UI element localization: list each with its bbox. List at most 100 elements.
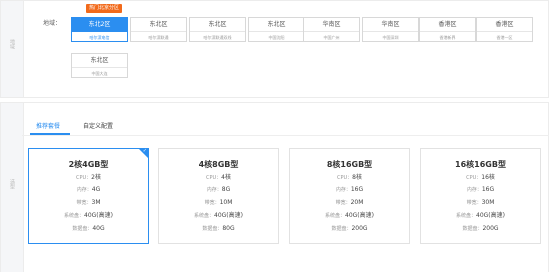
spec-key: 内存：: [76, 187, 92, 193]
region-label: 地域：: [43, 20, 62, 27]
spec-value: 10M: [219, 199, 233, 206]
spec-row: 带宽：30M: [421, 199, 540, 207]
zone-sub: 中国广州: [323, 35, 340, 40]
spec-key: 系统盘：: [325, 213, 346, 219]
spec-value: 80G: [222, 225, 235, 232]
spec-row: 系统盘：40G(高速): [29, 212, 148, 220]
zone-name: 东北区: [190, 18, 245, 32]
spec-value: 200G: [482, 225, 499, 232]
spec-row: 带宽：10M: [159, 199, 278, 207]
spec-value: 4核: [221, 174, 231, 181]
spec-value: 20M: [350, 199, 364, 206]
spec-key: 数据盘：: [462, 226, 483, 232]
plan-card[interactable]: ✓ 2核4GB型 CPU：2核 内存：4G 带宽：3M 系统盘：40G(高速) …: [28, 148, 149, 244]
zone-option[interactable]: 东北区 哈尔滨联通双线: [189, 17, 246, 42]
spec-row: CPU：2核: [29, 174, 148, 182]
zone-sub: 香港一区: [496, 35, 513, 40]
zone-name: 东北区: [249, 18, 304, 32]
spec-key: 内存：: [206, 187, 222, 193]
spec-row: 内存：8G: [159, 186, 278, 194]
zone-option[interactable]: 香港区 香港新界: [419, 17, 476, 42]
tab-recommended[interactable]: 推荐套餐: [36, 123, 60, 131]
spec-row: 数据盘：200G: [421, 225, 540, 233]
spec-value: 40G(高速): [476, 212, 505, 219]
zone-sub: 哈尔滨联通双线: [203, 35, 232, 40]
spec-row: CPU：16核: [421, 174, 540, 182]
spec-key: 带宽：: [76, 200, 92, 206]
spec-value: 4G: [91, 186, 101, 193]
plan-title: 4核8GB型: [198, 160, 239, 169]
spec-row: 带宽：3M: [29, 199, 148, 207]
spec-row: 内存：16G: [421, 186, 540, 194]
spec-key: CPU：: [206, 175, 222, 181]
spec-key: 内存：: [466, 187, 482, 193]
plan-card[interactable]: 4核8GB型 CPU：4核 内存：8G 带宽：10M 系统盘：40G(高速) 数…: [158, 148, 279, 244]
plan-title: 8核16GB型: [326, 160, 373, 169]
zone-option[interactable]: 东北区 中国大连: [71, 53, 128, 78]
zone-option[interactable]: 华南区 中国广州: [303, 17, 360, 42]
spec-key: 系统盘：: [456, 213, 477, 219]
spec-value: 16G: [481, 186, 495, 193]
spec-value: 40G(高速): [345, 212, 374, 219]
zone-option[interactable]: 香港区 香港一区: [476, 17, 533, 42]
zone-sub: 中国沈阳: [268, 35, 285, 40]
zone-sub: 香港新界: [439, 35, 456, 40]
zone-name: 香港区: [477, 18, 532, 32]
zone-option[interactable]: 东北2区 哈尔滨电信: [71, 17, 128, 42]
spec-key: CPU：: [337, 175, 353, 181]
tab-custom[interactable]: 自定义配置: [83, 123, 113, 131]
zone-name: 香港区: [420, 18, 475, 32]
spec-value: 3M: [91, 199, 101, 206]
spec-key: CPU：: [76, 175, 92, 181]
zone-name: 东北区: [131, 18, 186, 32]
spec-key: 内存：: [335, 187, 351, 193]
spec-key: 带宽：: [204, 200, 220, 206]
plan-title: 16核16GB型: [455, 160, 506, 169]
spec-value: 40G: [92, 225, 105, 232]
spec-row: 内存：16G: [290, 186, 409, 194]
zone-option[interactable]: 东北区 哈尔滨联通: [130, 17, 187, 42]
spec-row: 数据盘：200G: [290, 225, 409, 233]
region-side-label: 地域: [1, 1, 24, 97]
spec-key: 带宽：: [335, 200, 351, 206]
spec-row: 系统盘：40G(高速): [421, 212, 540, 220]
zone-option[interactable]: 东北区 中国沈阳: [248, 17, 305, 42]
promo-badge: 热门北京分区: [86, 4, 123, 13]
zone-name: 东北2区: [72, 18, 127, 32]
tab-divider: [22, 135, 549, 136]
spec-row: 系统盘：40G(高速): [159, 212, 278, 220]
check-icon: ✓: [142, 148, 147, 154]
spec-value: 40G(高速): [84, 212, 113, 219]
spec-row: 内存：4G: [29, 186, 148, 194]
spec-value: 16G: [350, 186, 364, 193]
zone-sub: 哈尔滨联通: [148, 35, 169, 40]
spec-row: CPU：4核: [159, 174, 278, 182]
plan-card[interactable]: 16核16GB型 CPU：16核 内存：16G 带宽：30M 系统盘：40G(高…: [420, 148, 541, 244]
spec-row: 带宽：20M: [290, 199, 409, 207]
spec-row: CPU：8核: [290, 174, 409, 182]
zone-sub: 中国深圳: [382, 35, 399, 40]
spec-value: 8G: [221, 186, 231, 193]
plan-side-text: 选型: [9, 179, 15, 189]
spec-value: 2核: [91, 174, 101, 181]
spec-key: 数据盘：: [331, 226, 352, 232]
spec-row: 系统盘：40G(高速): [290, 212, 409, 220]
region-panel: 地域: [0, 0, 549, 98]
spec-value: 40G(高速): [214, 212, 243, 219]
spec-key: 数据盘：: [72, 226, 93, 232]
region-side-text: 地域: [9, 39, 15, 49]
spec-row: 数据盘：80G: [159, 225, 278, 233]
zone-sub: 中国大连: [91, 71, 108, 76]
spec-value: 16核: [481, 174, 495, 181]
plan-side-label: 选型: [1, 103, 24, 272]
spec-row: 数据盘：40G: [29, 225, 148, 233]
spec-key: 数据盘：: [202, 226, 223, 232]
spec-value: 8核: [352, 174, 362, 181]
spec-value: 200G: [351, 225, 368, 232]
spec-key: 带宽：: [466, 200, 482, 206]
spec-key: 系统盘：: [194, 213, 215, 219]
zone-sub: 哈尔滨电信: [89, 35, 110, 40]
plan-card[interactable]: 8核16GB型 CPU：8核 内存：16G 带宽：20M 系统盘：40G(高速)…: [289, 148, 410, 244]
zone-option[interactable]: 华南区 中国深圳: [362, 17, 419, 42]
spec-key: CPU：: [466, 175, 482, 181]
